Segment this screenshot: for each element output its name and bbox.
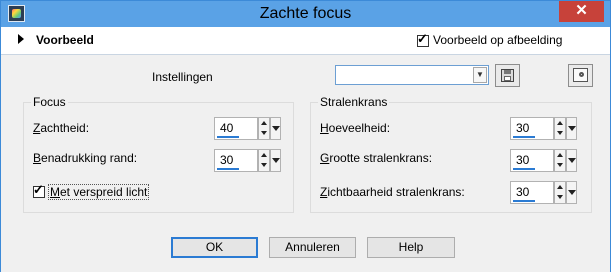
- halo-amount-slider-bar: [513, 136, 535, 138]
- preview-on-image-label[interactable]: Voorbeeld op afbeelding: [433, 33, 562, 47]
- checkmark-icon: ✓: [417, 31, 428, 46]
- preview-toggle-label[interactable]: Voorbeeld: [36, 33, 94, 47]
- preset-combobox[interactable]: ▼: [335, 65, 489, 85]
- dialog-window: Zachte focus ✕ Voorbeeld ✓ Voorbeeld op …: [0, 0, 611, 272]
- spin-arrows-icon[interactable]: [258, 117, 270, 140]
- settings-label: Instellingen: [152, 70, 213, 84]
- softness-dropdown-button[interactable]: [270, 117, 281, 140]
- halo-amount-spinner[interactable]: 30: [510, 117, 577, 140]
- spin-arrows-icon[interactable]: [258, 149, 270, 172]
- edge-emphasis-spinner[interactable]: 30: [214, 149, 281, 172]
- preview-toolbar: Voorbeeld ✓ Voorbeeld op afbeelding: [1, 27, 610, 55]
- halo-amount-dropdown-button[interactable]: [566, 117, 577, 140]
- chevron-down-icon[interactable]: ▼: [473, 67, 487, 83]
- edge-emphasis-label: Benadrukking rand:: [33, 151, 138, 165]
- focus-group-title: Focus: [31, 95, 68, 109]
- close-icon: ✕: [575, 2, 588, 19]
- checkmark-icon: ✓: [33, 182, 44, 197]
- softness-slider-bar: [217, 136, 239, 138]
- title-bar: Zachte focus ✕: [1, 1, 610, 27]
- cancel-button[interactable]: Annuleren: [269, 237, 356, 258]
- diffuse-light-checkbox[interactable]: ✓: [33, 182, 45, 198]
- diffuse-light-label[interactable]: Met verspreid licht: [48, 184, 150, 200]
- ok-button[interactable]: OK: [171, 237, 258, 258]
- manage-presets-icon: [573, 68, 588, 82]
- halo-visibility-dropdown-button[interactable]: [566, 181, 577, 204]
- halo-visibility-spinner[interactable]: 30: [510, 181, 577, 204]
- edge-emphasis-dropdown-button[interactable]: [270, 149, 281, 172]
- spin-arrows-icon[interactable]: [554, 149, 566, 172]
- halo-size-spinner[interactable]: 30: [510, 149, 577, 172]
- save-preset-button[interactable]: [495, 64, 520, 87]
- halo-size-label: Grootte stralenkrans:: [320, 151, 433, 165]
- spin-arrows-icon[interactable]: [554, 117, 566, 140]
- edge-emphasis-slider-bar: [217, 168, 239, 170]
- settings-panel: Instellingen ▼ Focus Zachtheid: 40 Benad…: [1, 55, 610, 272]
- window-title: Zachte focus: [259, 5, 352, 22]
- halo-group-title: Stralenkrans: [318, 95, 390, 109]
- help-button[interactable]: Help: [367, 237, 455, 258]
- close-button[interactable]: ✕: [559, 1, 604, 22]
- spin-arrows-icon[interactable]: [554, 181, 566, 204]
- halo-amount-label: Hoeveelheid:: [320, 121, 391, 135]
- preview-on-image-checkbox[interactable]: ✓: [417, 31, 429, 47]
- softness-spinner[interactable]: 40: [214, 117, 281, 140]
- softness-label: Zachtheid:: [33, 121, 90, 135]
- halo-visibility-label: Zichtbaarheid stralenkrans:: [320, 185, 465, 199]
- halo-size-slider-bar: [513, 168, 535, 170]
- halo-visibility-slider-bar: [513, 200, 535, 202]
- save-preset-icon: [501, 69, 514, 82]
- halo-size-dropdown-button[interactable]: [566, 149, 577, 172]
- expand-triangle-icon[interactable]: [18, 34, 24, 44]
- manage-presets-button[interactable]: [568, 64, 593, 87]
